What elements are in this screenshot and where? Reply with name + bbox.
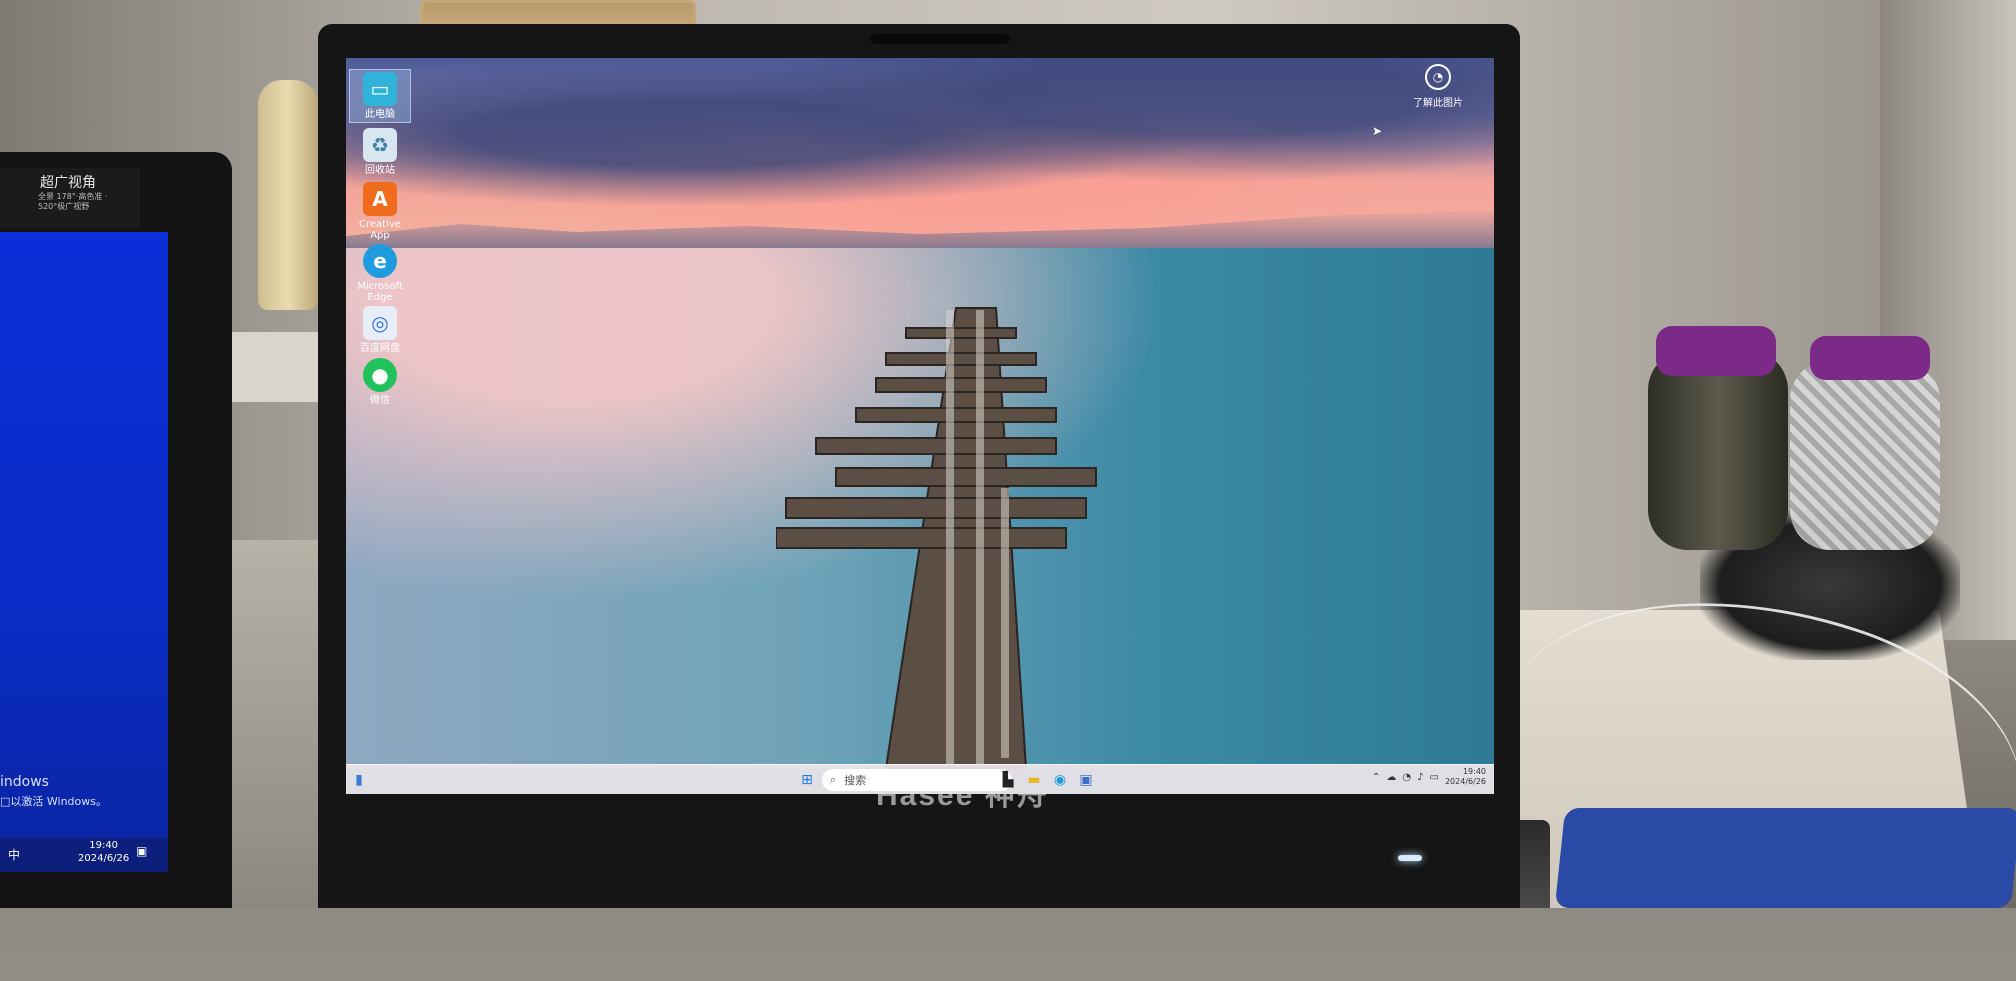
- file-explorer-icon[interactable]: ▬: [1024, 769, 1044, 791]
- secondary-clock-date: 2024/6/26: [78, 853, 130, 864]
- monitor-sticker-subtitle: 全景 178°·高色准 · 520°极广视野: [38, 192, 108, 211]
- secondary-clock-time: 19:40: [89, 840, 119, 851]
- notification-icon[interactable]: ▣: [136, 844, 147, 858]
- desktop-icon-this-pc[interactable]: ▭ 此电脑: [349, 69, 411, 123]
- taskbar-date: 2024/6/26: [1444, 777, 1486, 786]
- desktop-icon-label: 此电脑: [365, 109, 395, 120]
- taskbar: ▮ ⊞ ⌕ 搜索 ▙ ▬ ◉ ▣ ⌃ ☁ ◔ ♪ ▭ 19:40 2024/6/…: [346, 764, 1494, 794]
- recycle-bin-icon: ♻: [363, 128, 397, 162]
- secondary-clock[interactable]: 19:40 2024/6/26: [78, 839, 129, 865]
- desktop-icon-label: Microsoft Edge: [357, 281, 403, 303]
- taskbar-search[interactable]: ⌕ 搜索: [822, 769, 1012, 791]
- learn-about-picture-button[interactable]: ◔ 了解此图片: [1398, 64, 1478, 109]
- edge-icon: e: [363, 244, 397, 278]
- chevron-up-icon[interactable]: ⌃: [1372, 772, 1380, 783]
- store-icon[interactable]: ▣: [1076, 769, 1096, 791]
- taskbar-time: 19:40: [1462, 767, 1486, 776]
- activate-windows-title: indows: [0, 774, 49, 790]
- start-button[interactable]: ⊞: [796, 769, 818, 791]
- activate-windows-text: □以激活 Windows。: [0, 795, 107, 808]
- mouse-cursor-icon: ➤: [1372, 124, 1383, 138]
- search-icon: ⌕: [830, 773, 837, 786]
- jar-dark-lid: [1656, 326, 1776, 376]
- mousepad: [1554, 808, 2016, 908]
- battery-icon[interactable]: ▭: [1430, 772, 1439, 783]
- baidu-netdisk-icon: ◎: [363, 306, 397, 340]
- jar-mesh-lid: [1810, 336, 1930, 380]
- edge-taskbar-icon[interactable]: ◉: [1050, 769, 1070, 791]
- desktop-icon-recycle-bin[interactable]: ♻ 回收站: [350, 128, 410, 176]
- wechat-icon: ●: [363, 358, 397, 392]
- widgets-icon[interactable]: ▮: [350, 769, 368, 791]
- desktop-icon-label: Creative App: [359, 219, 401, 241]
- power-indicator: [1398, 855, 1422, 861]
- desktop-icon-baidu-netdisk[interactable]: ◎ 百度网盘: [350, 306, 410, 354]
- cloud-icon[interactable]: ☁: [1386, 772, 1396, 783]
- computer-icon: ▭: [363, 72, 397, 106]
- jar-dark: [1648, 350, 1788, 550]
- task-view-icon[interactable]: ▙: [998, 769, 1018, 791]
- taskbar-clock[interactable]: 19:40 2024/6/26: [1445, 767, 1486, 787]
- desktop-icon-wechat[interactable]: ● 微信: [350, 358, 410, 406]
- wallpaper-pier: [776, 307, 1097, 769]
- desktop-icon-label: 回收站: [365, 165, 395, 176]
- network-icon[interactable]: ◔: [1402, 772, 1411, 783]
- volume-icon[interactable]: ♪: [1417, 772, 1423, 783]
- ime-indicator[interactable]: 中: [8, 846, 20, 863]
- jar-mesh: [1790, 360, 1940, 550]
- desktop-icon-edge[interactable]: e Microsoft Edge: [350, 244, 410, 303]
- monitor-sticker-title: 超广视角: [40, 175, 96, 191]
- desktop-icon-label: 百度网盘: [360, 343, 400, 354]
- system-tray: ⌃ ☁ ◔ ♪ ▭ 19:40 2024/6/26: [1372, 767, 1486, 787]
- desktop-icon-label: 微信: [370, 395, 390, 406]
- spotlight-icon: ◔: [1425, 64, 1451, 90]
- desktop-icon-creative-app[interactable]: A Creative App: [350, 182, 410, 241]
- webcam: [870, 34, 1010, 44]
- search-placeholder: 搜索: [844, 774, 867, 787]
- pump-bottle: [258, 80, 318, 310]
- creative-app-icon: A: [363, 182, 397, 216]
- learn-about-picture-label: 了解此图片: [1413, 98, 1463, 109]
- laptop-screen: ▭ 此电脑 ♻ 回收站 A Creative App e Microsoft E…: [346, 58, 1494, 794]
